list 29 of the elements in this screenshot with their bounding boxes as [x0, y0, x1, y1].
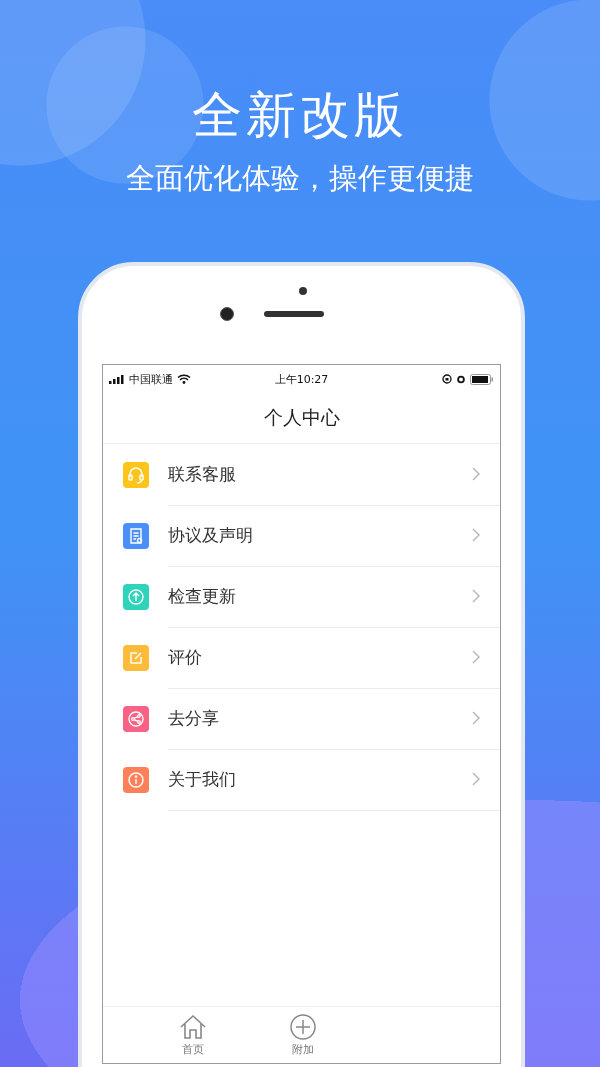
menu-item[interactable]: 联系客服: [103, 444, 500, 505]
sensor-dot: [299, 287, 307, 295]
chevron-right-icon: [472, 711, 480, 725]
menu-item[interactable]: 去分享: [103, 688, 500, 749]
add-icon: [290, 1013, 316, 1040]
screen-title: 个人中心: [263, 405, 340, 430]
alarm-icon: [456, 374, 466, 384]
chevron-right-icon: [472, 528, 480, 542]
tab-item[interactable]: 首页: [138, 1007, 248, 1063]
carrier-name: 中国联通: [129, 371, 173, 387]
wifi-icon: [177, 374, 191, 384]
signal-icon: [109, 374, 125, 384]
tab-item[interactable]: 附加: [248, 1007, 358, 1063]
chevron-right-icon: [472, 589, 480, 603]
menu-item[interactable]: 协议及声明: [103, 505, 500, 566]
menu-item[interactable]: 关于我们: [103, 749, 500, 810]
headline: 全新改版: [192, 85, 408, 146]
speaker-slot: [263, 311, 324, 317]
rotation-lock-icon: [442, 374, 452, 384]
menu-item[interactable]: 评价: [103, 627, 500, 688]
chevron-right-icon: [472, 467, 480, 481]
camera-icon: [219, 307, 234, 321]
subtitle: 全面优化体验，操作更便捷: [126, 160, 474, 196]
chevron-right-icon: [472, 772, 480, 786]
chevron-right-icon: [472, 650, 480, 664]
home-icon: [179, 1013, 207, 1040]
battery-icon: [470, 373, 494, 385]
status-time: 上午10:27: [274, 371, 329, 387]
menu-item[interactable]: 检查更新: [103, 566, 500, 627]
